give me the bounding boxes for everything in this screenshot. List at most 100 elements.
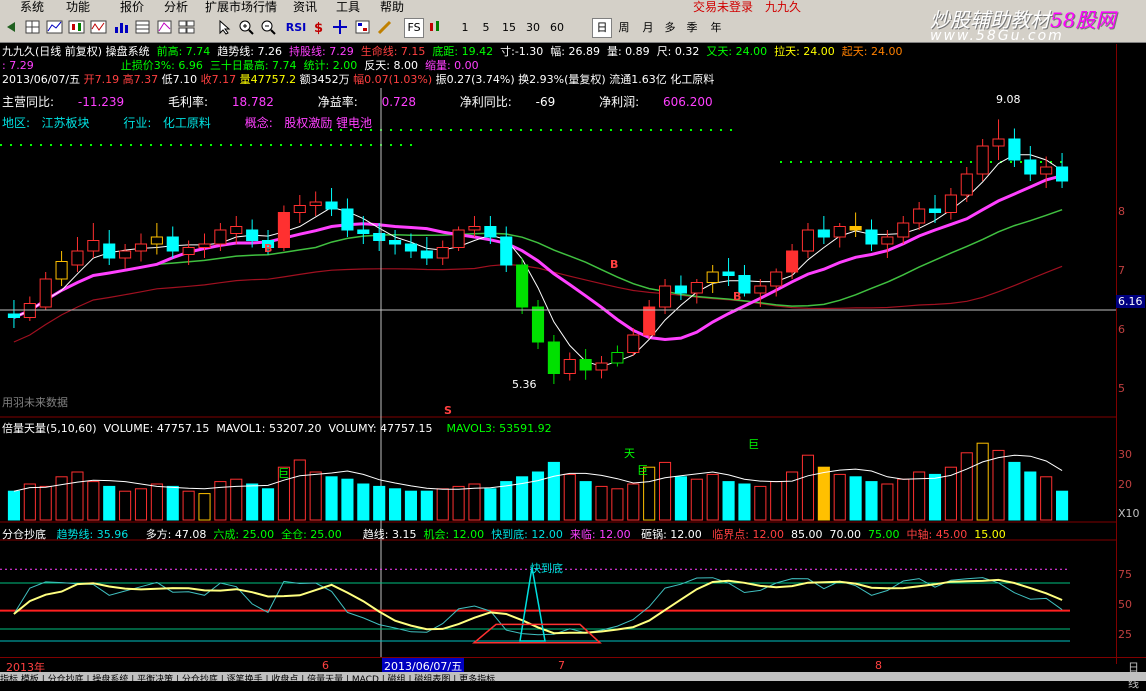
candle-body	[182, 247, 195, 255]
volume-bar	[960, 452, 973, 521]
volume-panel-header: 倍量天量(5,10,60) VOLUME: 47757.15 MAVOL1: 5…	[2, 422, 552, 435]
volume-bar	[87, 481, 100, 521]
candle-body	[150, 236, 163, 245]
candle-body	[325, 201, 338, 210]
volume-bar	[627, 483, 640, 521]
volume-bar	[261, 488, 275, 521]
volume-bar	[547, 461, 560, 521]
candle-body	[103, 243, 116, 259]
volume-bar	[103, 485, 116, 521]
candle-body	[960, 173, 973, 196]
volume-bar	[452, 485, 465, 521]
volume-bar	[389, 488, 402, 521]
candle-body	[373, 233, 386, 241]
buy-signal: B	[264, 242, 273, 255]
sell-signal: S	[444, 404, 452, 417]
volume-unit-label: X10	[1118, 507, 1140, 520]
volume-bar	[182, 490, 195, 521]
candle-body	[897, 222, 910, 238]
candle-body	[913, 208, 926, 224]
volume-bar	[357, 483, 370, 521]
osc-axis-label: 50	[1118, 598, 1132, 611]
volume-bar	[198, 493, 211, 521]
candle-body	[611, 352, 624, 364]
volume-bar	[976, 442, 989, 521]
candle-body	[627, 334, 640, 353]
candle-body	[881, 236, 894, 245]
volume-bar	[865, 481, 878, 521]
volume-tag: 天	[624, 447, 635, 460]
candle-body	[754, 285, 767, 294]
volume-bar	[500, 481, 513, 521]
volume-bar	[71, 471, 84, 521]
data-source-note: 用羽未来数据	[2, 396, 68, 409]
candle-body	[786, 250, 799, 273]
volume-bar	[55, 476, 68, 521]
volume-bar	[754, 485, 767, 521]
high-price-note: 9.08	[996, 93, 1021, 106]
candle-body	[722, 271, 735, 276]
buy-signal: B	[610, 258, 619, 271]
volume-bar	[1056, 490, 1069, 521]
candle-body	[420, 250, 433, 259]
candle-body	[658, 285, 672, 308]
osc-axis-label: 25	[1118, 628, 1132, 641]
volume-bar	[801, 454, 815, 521]
candle-body	[230, 226, 243, 234]
price-axis-label: 8	[1118, 205, 1125, 218]
volume-bar	[563, 473, 576, 521]
volume-bar	[928, 473, 942, 521]
candle-body	[1008, 138, 1021, 161]
indicator-tabs[interactable]: 指标 模板 | 分仓抄底 | 操盘系统 | 平衡决策 | 分仓抄底 | 逐笔换手…	[0, 672, 1146, 681]
volume-bar	[1040, 476, 1053, 521]
candle-body	[1056, 166, 1069, 182]
fast-bottom-tag: 快到底	[530, 562, 563, 575]
volume-bar	[897, 478, 910, 521]
volume-bar	[23, 483, 36, 521]
candle-body	[39, 278, 52, 308]
osc-axis-label: 75	[1118, 568, 1132, 581]
volume-bar	[706, 473, 719, 521]
volume-axis-label: 30	[1118, 448, 1132, 461]
volume-bar	[1008, 461, 1021, 521]
volume-bar	[833, 473, 846, 521]
price-axis-label: 7	[1118, 264, 1125, 277]
volume-bar	[468, 483, 481, 521]
candle-body	[341, 208, 354, 231]
volume-bar	[658, 461, 672, 521]
candle-body	[293, 205, 306, 213]
volume-bar	[786, 471, 799, 521]
candle-body	[166, 236, 179, 252]
volume-bar	[246, 483, 259, 521]
candle-body	[547, 341, 560, 374]
volume-bar	[119, 490, 132, 521]
candle-body	[134, 243, 148, 252]
candle-body	[706, 271, 719, 283]
price-axis-label: 5	[1118, 382, 1125, 395]
fast-bottom-spike	[519, 567, 546, 642]
candle-body	[214, 229, 227, 245]
volume-bar	[849, 476, 862, 521]
volume-bar	[579, 481, 592, 521]
candle-body	[484, 226, 497, 238]
stock-chart[interactable]	[0, 0, 1146, 681]
candle-body	[865, 229, 878, 245]
candle-body	[277, 212, 290, 248]
osc-bull-line	[13, 578, 1063, 635]
volume-bar	[7, 490, 20, 521]
candle-body	[992, 138, 1005, 147]
volume-tag: 巨	[748, 438, 759, 451]
candle-body	[452, 229, 465, 248]
candle-body	[198, 243, 211, 248]
candle-body	[55, 261, 68, 280]
volume-bar	[325, 476, 338, 521]
volume-bar	[436, 488, 449, 521]
volume-bar	[373, 485, 386, 521]
candle-body	[246, 229, 259, 241]
volume-bar	[230, 478, 243, 521]
volume-bar	[293, 459, 306, 521]
candle-body	[1040, 166, 1053, 175]
candle-body	[817, 229, 830, 238]
volume-tag: 巨	[637, 464, 648, 477]
volume-bar	[309, 471, 322, 521]
